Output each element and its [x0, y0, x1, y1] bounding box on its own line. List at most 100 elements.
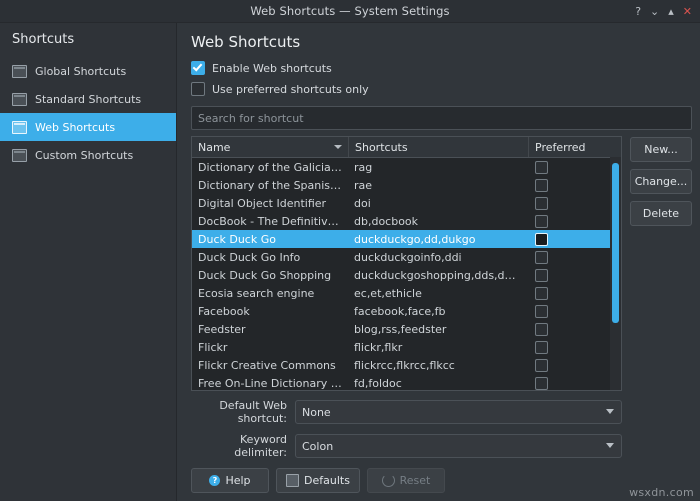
use-preferred-only-row[interactable]: Use preferred shortcuts only	[191, 82, 692, 96]
main-panel: Web Shortcuts Enable Web shortcuts Use p…	[177, 23, 700, 501]
search-input[interactable]	[191, 106, 692, 130]
window-icon	[12, 64, 27, 78]
table-row[interactable]: Dictionary of the Spanish Aca... rae	[192, 176, 621, 194]
table-row[interactable]: Dictionary of the Galician Aca... rag	[192, 158, 621, 176]
cell-name: DocBook - The Definitive Guide	[198, 214, 348, 228]
chevron-down-icon	[606, 443, 614, 448]
table-scrollbar[interactable]	[610, 157, 621, 390]
default-web-shortcut-row: Default Web shortcut: None	[191, 399, 692, 425]
preferred-checkbox[interactable]	[535, 232, 548, 246]
preferred-checkbox[interactable]	[535, 196, 548, 210]
cell-name: Flickr Creative Commons	[198, 358, 336, 372]
close-icon[interactable]: ✕	[683, 6, 692, 17]
keyword-delimiter-value: Colon	[302, 439, 334, 453]
cell-shortcuts: facebook,face,fb	[354, 304, 446, 318]
column-header-name-label: Name	[198, 140, 231, 154]
table-row[interactable]: Duck Duck Go Info duckduckgoinfo,ddi	[192, 248, 621, 266]
table-row[interactable]: Free On-Line Dictionary of Co... fd,fold…	[192, 374, 621, 390]
column-header-shortcuts[interactable]: Shortcuts	[349, 137, 529, 157]
reset-button[interactable]: Reset	[366, 468, 445, 493]
preferred-checkbox[interactable]	[535, 250, 548, 264]
preferred-checkbox[interactable]	[535, 340, 548, 354]
help-button-label: Help	[225, 474, 251, 487]
maximize-icon[interactable]: ▴	[668, 6, 674, 17]
preferred-checkbox[interactable]	[535, 358, 548, 372]
cell-preferred	[527, 160, 621, 174]
table-row[interactable]: Digital Object Identifier doi	[192, 194, 621, 212]
cell-name: Free On-Line Dictionary of Co...	[198, 376, 348, 390]
preferred-checkbox[interactable]	[535, 304, 548, 318]
table-row[interactable]: DocBook - The Definitive Guide db,docboo…	[192, 212, 621, 230]
table-scrollbar-thumb[interactable]	[612, 163, 619, 323]
table-row[interactable]: Duck Duck Go Shopping duckduckgoshopping…	[192, 266, 621, 284]
table-row[interactable]: Ecosia search engine ec,et,ethicle	[192, 284, 621, 302]
cell-name: Dictionary of the Galician Aca...	[198, 160, 348, 174]
cell-name: Flickr	[198, 340, 228, 354]
cell-shortcuts: doi	[354, 196, 371, 210]
change-button[interactable]: Change...	[630, 169, 692, 194]
shortcuts-table: Name Shortcuts Preferred Dictionary of t…	[191, 136, 622, 391]
title-bar: Web Shortcuts — System Settings ? ⌄ ▴ ✕	[0, 0, 700, 23]
page-title: Web Shortcuts	[191, 33, 301, 51]
table-row[interactable]: Duck Duck Go duckduckgo,dd,dukgo	[192, 230, 621, 248]
table-area: Name Shortcuts Preferred Dictionary of t…	[191, 136, 692, 391]
table-row[interactable]: Flickr Creative Commons flickrcc,flkrcc,…	[192, 356, 621, 374]
preferred-checkbox[interactable]	[535, 322, 548, 336]
sidebar: Shortcuts Global Shortcuts Standard Shor…	[0, 23, 177, 501]
cell-name: Digital Object Identifier	[198, 196, 327, 210]
sidebar-item-custom-shortcuts[interactable]: Custom Shortcuts	[0, 141, 176, 169]
cell-preferred	[527, 268, 621, 282]
preferred-checkbox[interactable]	[535, 268, 548, 282]
preferred-checkbox[interactable]	[535, 376, 548, 390]
window-controls: ? ⌄ ▴ ✕	[635, 6, 700, 17]
delete-button[interactable]: Delete	[630, 201, 692, 226]
keyword-delimiter-label: Keyword delimiter:	[234, 433, 287, 459]
enable-web-shortcuts-checkbox[interactable]	[191, 61, 205, 75]
preferred-checkbox[interactable]	[535, 178, 548, 192]
table-row[interactable]: Facebook facebook,face,fb	[192, 302, 621, 320]
enable-web-shortcuts-row[interactable]: Enable Web shortcuts	[191, 61, 692, 75]
window-icon	[12, 148, 27, 162]
table-header: Name Shortcuts Preferred	[192, 137, 621, 158]
help-icon[interactable]: ?	[635, 6, 641, 17]
cell-shortcuts: blog,rss,feedster	[354, 322, 447, 336]
defaults-button[interactable]: Defaults	[276, 468, 360, 493]
cell-shortcuts: flickr,flkr	[354, 340, 403, 354]
cell-name: Ecosia search engine	[198, 286, 315, 300]
default-web-shortcut-select[interactable]: None	[295, 400, 622, 424]
sidebar-header: Shortcuts	[12, 32, 75, 47]
cell-shortcuts: ec,et,ethicle	[354, 286, 422, 300]
table-body[interactable]: Dictionary of the Galician Aca... rag Di…	[192, 158, 621, 390]
preferred-checkbox[interactable]	[535, 214, 548, 228]
sidebar-item-label: Web Shortcuts	[35, 120, 116, 134]
cell-name: Dictionary of the Spanish Aca...	[198, 178, 348, 192]
sidebar-item-global-shortcuts[interactable]: Global Shortcuts	[0, 57, 176, 85]
table-side-buttons: New... Change... Delete	[630, 136, 692, 391]
column-header-preferred-label: Preferred	[535, 140, 586, 154]
table-row[interactable]: Feedster blog,rss,feedster	[192, 320, 621, 338]
sidebar-item-web-shortcuts[interactable]: Web Shortcuts	[0, 113, 176, 141]
preferred-checkbox[interactable]	[535, 160, 548, 174]
column-header-name[interactable]: Name	[192, 137, 349, 157]
search-row	[191, 106, 692, 130]
preferred-checkbox[interactable]	[535, 286, 548, 300]
cell-preferred	[527, 214, 621, 228]
cell-preferred	[527, 250, 621, 264]
window-icon	[12, 120, 27, 134]
cell-shortcuts: db,docbook	[354, 214, 419, 228]
system-settings-window: Web Shortcuts — System Settings ? ⌄ ▴ ✕ …	[0, 0, 700, 501]
help-button[interactable]: ? Help	[191, 468, 269, 493]
keyword-delimiter-select[interactable]: Colon	[295, 434, 622, 458]
sidebar-item-label: Global Shortcuts	[35, 64, 127, 78]
cell-shortcuts: flickrcc,flkrcc,flkcc	[354, 358, 455, 372]
new-button[interactable]: New...	[630, 137, 692, 162]
minimize-icon[interactable]: ⌄	[650, 6, 659, 17]
use-preferred-only-checkbox[interactable]	[191, 82, 205, 96]
cell-shortcuts: duckduckgo,dd,dukgo	[354, 232, 476, 246]
cell-shortcuts: duckduckgoshopping,dds,dukgoshop	[354, 268, 527, 282]
table-row[interactable]: Flickr flickr,flkr	[192, 338, 621, 356]
sidebar-item-standard-shortcuts[interactable]: Standard Shortcuts	[0, 85, 176, 113]
cell-preferred	[527, 286, 621, 300]
watermark: wsxdn.com	[629, 486, 694, 499]
column-header-preferred[interactable]: Preferred	[529, 137, 621, 157]
